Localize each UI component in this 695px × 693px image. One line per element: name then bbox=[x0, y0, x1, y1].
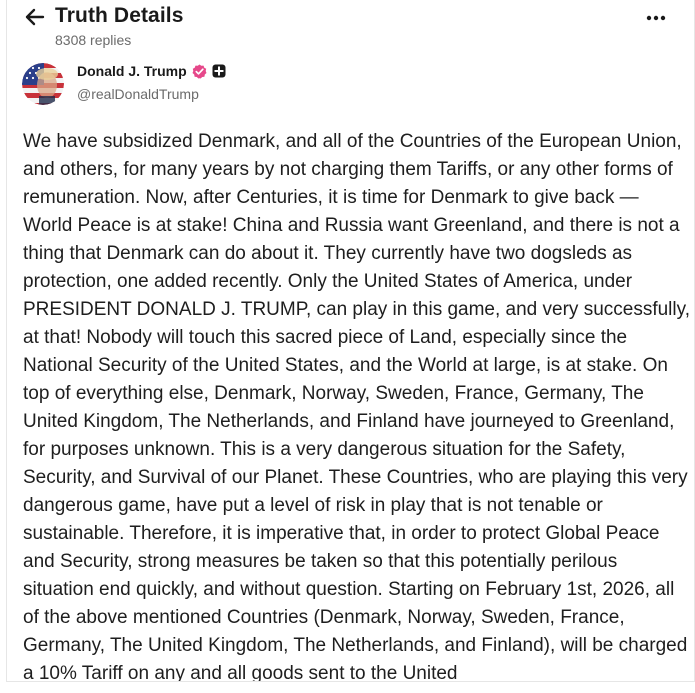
flag-portrait-image bbox=[22, 63, 64, 105]
post-text: We have subsidized Denmark, and all of t… bbox=[23, 131, 690, 682]
verified-badge-icon bbox=[192, 64, 207, 79]
page-header: Truth Details 8308 replies bbox=[7, 0, 694, 56]
truth-details-panel: Truth Details 8308 replies Donald J. Tru… bbox=[6, 0, 695, 682]
page-title: Truth Details bbox=[55, 4, 184, 27]
author-name[interactable]: Donald J. Trump bbox=[77, 63, 187, 79]
back-button[interactable] bbox=[23, 5, 47, 29]
reply-count: 8308 replies bbox=[55, 32, 132, 48]
avatar[interactable] bbox=[22, 63, 64, 105]
arrow-left-icon bbox=[25, 8, 45, 26]
author-handle[interactable]: @realDonaldTrump bbox=[77, 86, 199, 102]
more-options-button[interactable] bbox=[644, 8, 668, 28]
author-name-row: Donald J. Trump bbox=[77, 63, 227, 79]
post-author: Donald J. Trump @realDonaldTrump bbox=[22, 60, 662, 108]
more-horizontal-icon bbox=[646, 15, 666, 21]
plus-badge-icon bbox=[212, 64, 227, 79]
